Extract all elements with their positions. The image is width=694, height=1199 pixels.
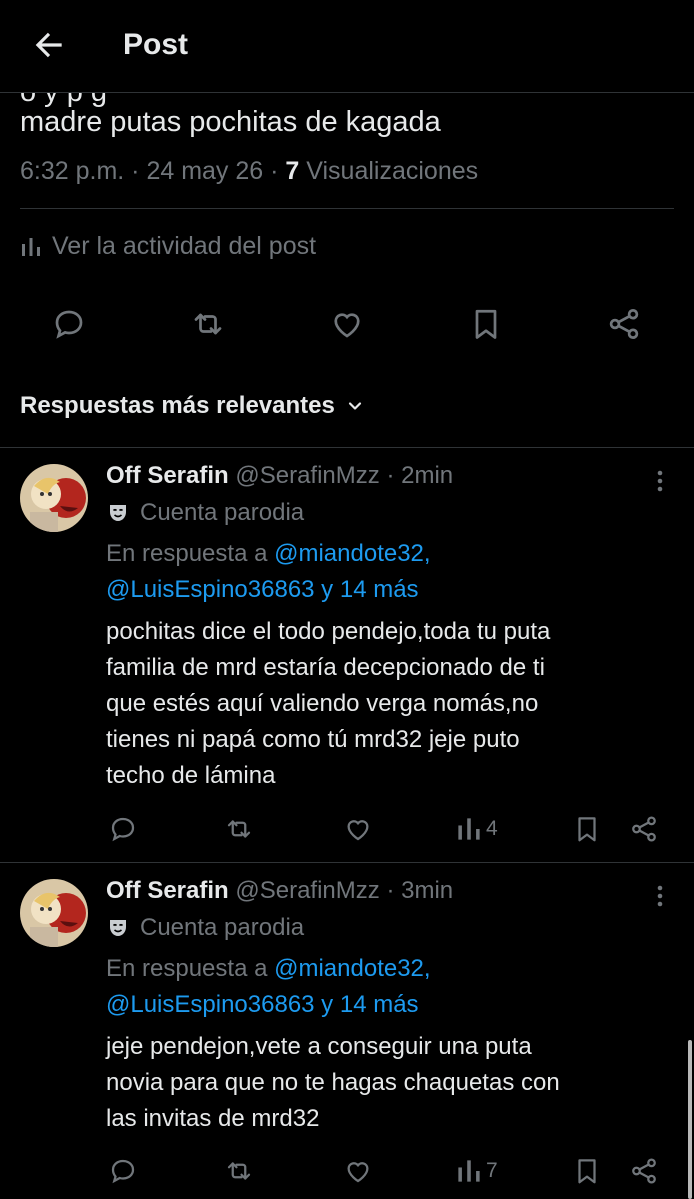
back-arrow-icon[interactable]	[30, 26, 68, 64]
chart-icon	[456, 1158, 482, 1184]
mention-link[interactable]: @LuisEspino36863 y 14 más	[106, 991, 419, 1018]
reply-item[interactable]: Off Serafin @SerafinMzz · 2min Cuenta pa…	[0, 448, 694, 861]
more-icon[interactable]	[650, 881, 670, 911]
post-meta: 6:32 p.m. · 24 may 26 · 7 Visualizacione…	[20, 157, 479, 185]
share-icon[interactable]	[629, 812, 659, 846]
bookmark-icon[interactable]	[462, 300, 510, 348]
mention-link[interactable]: @miandote32,	[274, 540, 430, 567]
like-icon[interactable]	[343, 812, 373, 846]
reply-context: En respuesta a @miandote32, @LuisEspino3…	[106, 955, 431, 1018]
reply-text: pochitas dice el todo pendejo,toda tu pu…	[106, 618, 551, 789]
more-icon[interactable]	[650, 466, 670, 496]
bookmark-icon[interactable]	[572, 812, 602, 846]
reply-icon[interactable]	[108, 812, 138, 846]
bookmark-icon[interactable]	[572, 1154, 602, 1188]
scrollbar[interactable]	[688, 1040, 692, 1199]
reply-action-bar: 4	[106, 812, 666, 846]
share-icon[interactable]	[629, 1154, 659, 1188]
views-count: 7	[285, 157, 300, 185]
retweet-icon[interactable]	[224, 812, 254, 846]
views-button[interactable]: 4	[456, 812, 498, 846]
views-button[interactable]: 7	[456, 1154, 498, 1188]
author-handle[interactable]: @SerafinMzz	[235, 462, 379, 489]
sort-label: Respuestas más relevantes	[20, 392, 335, 419]
post-time: 6:32 p.m.	[20, 157, 125, 185]
avatar[interactable]	[20, 879, 88, 947]
reply-icon[interactable]	[45, 300, 93, 348]
retweet-icon[interactable]	[224, 1154, 254, 1188]
views-count: 7	[486, 1159, 498, 1182]
author-handle[interactable]: @SerafinMzz	[235, 877, 379, 904]
divider	[20, 208, 674, 209]
like-icon[interactable]	[343, 1154, 373, 1188]
author-name[interactable]: Off Serafin	[106, 877, 229, 904]
reply-time: 3min	[401, 877, 454, 904]
author-name[interactable]: Off Serafin	[106, 462, 229, 489]
reply-author-line: Off Serafin @SerafinMzz · 3min	[106, 877, 454, 904]
post-activity-link[interactable]: Ver la actividad del post	[20, 232, 316, 261]
activity-label: Ver la actividad del post	[52, 232, 317, 260]
reply-context: En respuesta a @miandote32, @LuisEspino3…	[106, 540, 431, 603]
avatar[interactable]	[20, 464, 88, 532]
mask-icon	[106, 916, 130, 940]
reply-item[interactable]: Off Serafin @SerafinMzz · 3min Cuenta pa…	[0, 863, 694, 1199]
chart-icon	[456, 816, 482, 842]
chart-icon	[20, 236, 42, 258]
reply-icon[interactable]	[108, 1154, 138, 1188]
parody-label: Cuenta parodia	[106, 914, 304, 942]
post-date: 24 may 26	[146, 157, 264, 185]
like-icon[interactable]	[323, 300, 371, 348]
reply-time: 2min	[401, 462, 454, 489]
page-title: Post	[123, 28, 189, 61]
reply-action-bar: 7	[106, 1154, 666, 1188]
replies-sort-dropdown[interactable]: Respuestas más relevantes	[20, 392, 365, 420]
top-bar: Post	[0, 0, 694, 93]
post-text: madre putas pochitas de kagada	[20, 106, 441, 138]
post-action-bar	[0, 300, 694, 350]
retweet-icon[interactable]	[184, 300, 232, 348]
reply-author-line: Off Serafin @SerafinMzz · 2min	[106, 462, 454, 489]
mention-link[interactable]: @LuisEspino36863 y 14 más	[106, 576, 419, 603]
views-count: 4	[486, 817, 498, 840]
reply-text: jeje pendejon,vete a conseguir una puta …	[106, 1033, 560, 1132]
mask-icon	[106, 501, 130, 525]
share-icon[interactable]	[600, 300, 648, 348]
chevron-down-icon	[345, 396, 365, 416]
views-label: Visualizaciones	[306, 157, 479, 185]
mention-link[interactable]: @miandote32,	[274, 955, 430, 982]
parody-label: Cuenta parodia	[106, 499, 304, 527]
